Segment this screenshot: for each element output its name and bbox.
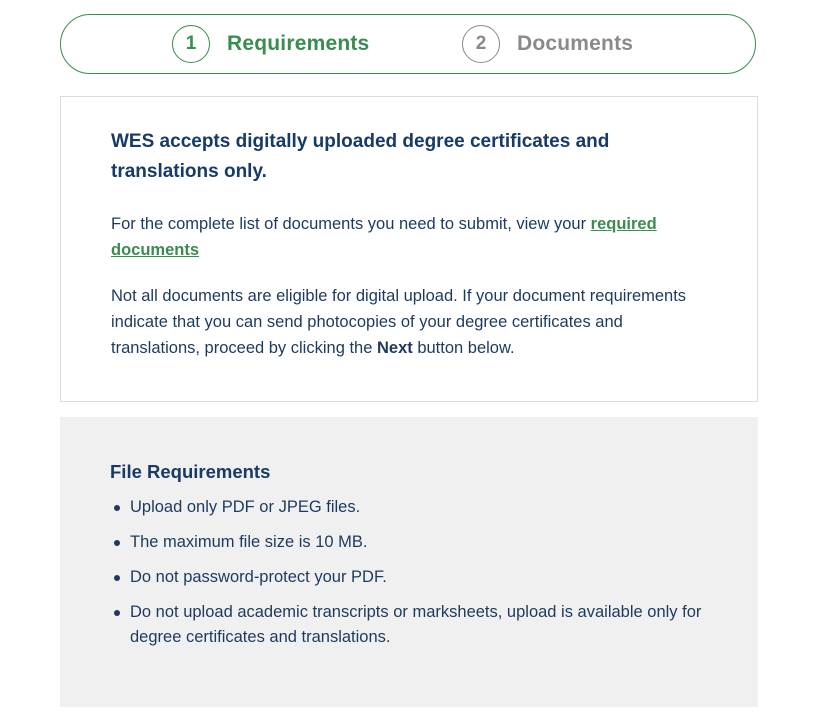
eligibility-paragraph: Not all documents are eligible for digit… <box>111 283 701 361</box>
step-number-circle: 1 <box>172 25 210 63</box>
bullet-icon <box>114 610 120 616</box>
next-emphasis: Next <box>376 339 413 357</box>
list-item: Do not password-protect your PDF. <box>110 565 710 590</box>
upload-info-card: WES accepts digitally uploaded degree ce… <box>60 96 758 402</box>
file-requirements-heading: File Requirements <box>110 461 271 482</box>
required-documents-paragraph: For the complete list of documents you n… <box>111 211 701 263</box>
bullet-icon <box>114 540 120 546</box>
list-item-text: Upload only PDF or JPEG files. <box>130 498 361 516</box>
info-heading: WES accepts digitally uploaded degree ce… <box>111 131 610 182</box>
paragraph-text: button below. <box>412 339 515 357</box>
step-label: Documents <box>517 32 634 55</box>
bullet-icon <box>114 575 120 581</box>
file-requirements-panel: File Requirements Upload only PDF or JPE… <box>60 417 758 707</box>
step-label: Requirements <box>227 32 370 55</box>
list-item-text: The maximum file size is 10 MB. <box>130 533 368 551</box>
list-item: Do not upload academic transcripts or ma… <box>110 600 710 650</box>
list-item: The maximum file size is 10 MB. <box>110 530 710 555</box>
file-requirements-list: Upload only PDF or JPEG files. The maxim… <box>110 495 710 660</box>
step-documents[interactable]: 2 Documents <box>462 25 633 63</box>
list-item-text: Do not password-protect your PDF. <box>130 568 387 586</box>
list-item-text: Do not upload academic transcripts or ma… <box>130 603 702 646</box>
step-number-circle: 2 <box>462 25 500 63</box>
bullet-icon <box>114 505 120 511</box>
paragraph-text: For the complete list of documents you n… <box>111 215 591 233</box>
step-requirements[interactable]: 1 Requirements <box>172 25 369 63</box>
list-item: Upload only PDF or JPEG files. <box>110 495 710 520</box>
progress-stepper: 1 Requirements 2 Documents <box>60 14 756 74</box>
